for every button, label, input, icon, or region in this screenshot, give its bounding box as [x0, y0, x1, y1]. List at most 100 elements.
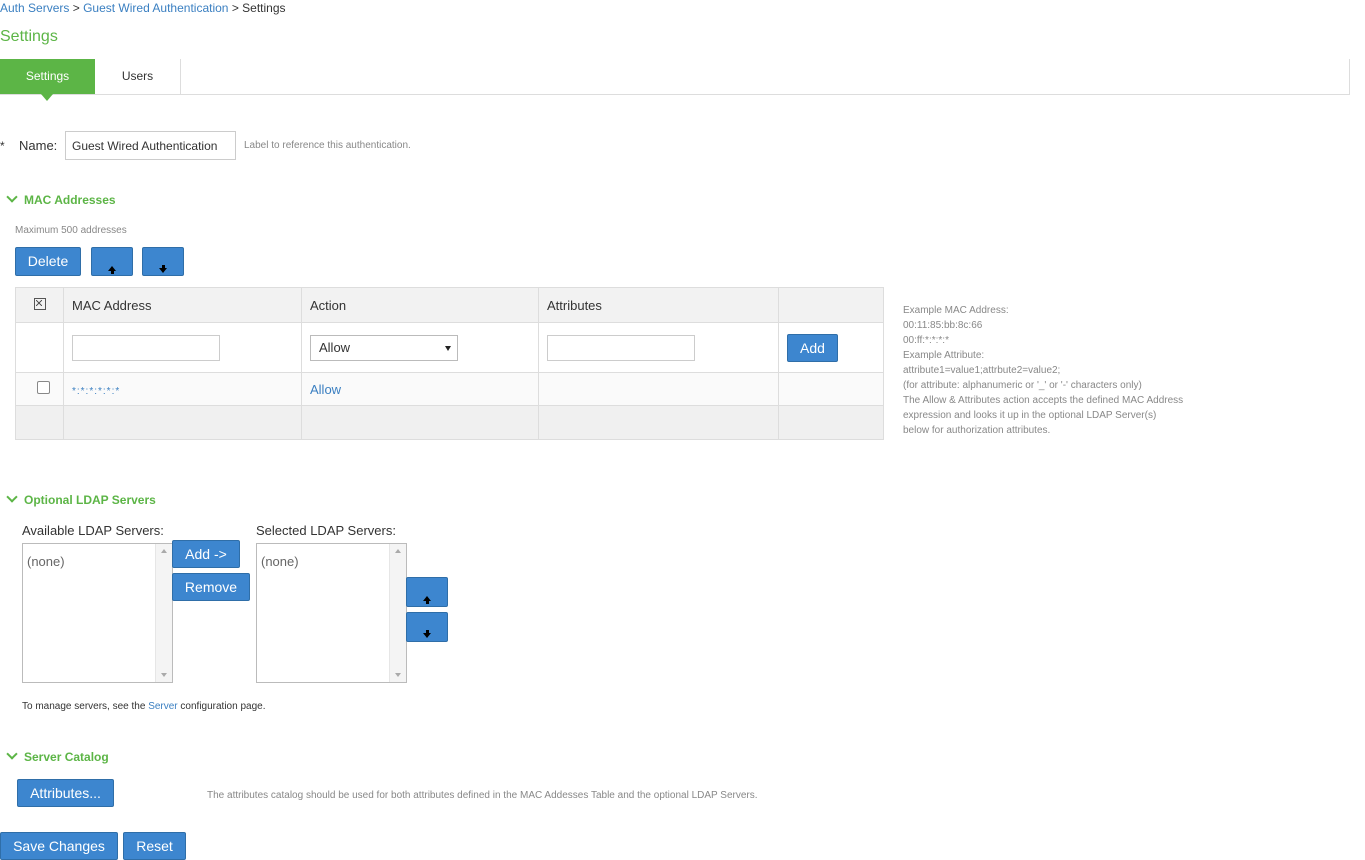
page-title: Settings — [0, 28, 58, 45]
help-line: expression and looks it up in the option… — [903, 410, 1157, 421]
column-header-mac: MAC Address — [63, 287, 302, 323]
add-ldap-button[interactable]: Add -> — [172, 540, 240, 568]
help-line: The Allow & Attributes action accepts th… — [903, 395, 1184, 406]
catalog-section-header[interactable]: Server Catalog — [6, 748, 109, 764]
new-entry-row: Allow Add — [15, 322, 884, 373]
scroll-up-icon — [161, 549, 167, 553]
ldap-section-header[interactable]: Optional LDAP Servers — [6, 491, 156, 507]
table-cell — [301, 405, 539, 440]
reset-button[interactable]: Reset — [123, 832, 186, 860]
tab-bar: Settings Users — [0, 59, 1350, 101]
table-cell: Add — [778, 322, 884, 373]
selected-ldap-list[interactable]: (none) — [256, 543, 407, 683]
table-cell — [15, 322, 64, 373]
table-cell: Allow — [301, 372, 539, 406]
scrollbar[interactable] — [389, 544, 406, 682]
mac-address-table: MAC Address Action Attributes Allow Add … — [15, 287, 884, 440]
arrow-down-icon — [159, 265, 167, 273]
table-cell — [538, 322, 779, 373]
catalog-note: The attributes catalog should be used fo… — [207, 790, 758, 801]
ldap-section-title: Optional LDAP Servers — [24, 493, 156, 507]
available-ldap-label: Available LDAP Servers: — [22, 523, 164, 538]
breadcrumb: Auth Servers > Guest Wired Authenticatio… — [0, 1, 286, 15]
name-input[interactable] — [65, 131, 236, 160]
delete-button[interactable]: Delete — [15, 247, 81, 276]
column-header-attributes: Attributes — [538, 287, 779, 323]
mac-section-title: MAC Addresses — [24, 193, 116, 207]
help-line: below for authorization attributes. — [903, 425, 1051, 436]
scroll-down-icon — [395, 673, 401, 677]
help-line: 00:ff:*:*:*:* — [903, 335, 949, 346]
table-header-row: MAC Address Action Attributes — [15, 287, 884, 323]
table-cell — [538, 372, 779, 406]
new-mac-input[interactable] — [72, 334, 220, 361]
table-cell — [538, 405, 779, 440]
move-up-button[interactable] — [91, 247, 133, 276]
table-cell: *:*:*:*:*:* — [63, 372, 302, 406]
breadcrumb-auth-servers-link[interactable]: Auth Servers — [0, 1, 69, 15]
catalog-section-title: Server Catalog — [24, 750, 109, 764]
chevron-down-icon — [6, 191, 18, 203]
column-header-action: Action — [301, 287, 539, 323]
required-marker: * — [0, 139, 5, 153]
new-attributes-input[interactable] — [547, 334, 695, 361]
table-cell — [63, 322, 302, 373]
selected-ldap-label: Selected LDAP Servers: — [256, 523, 396, 538]
new-action-select[interactable]: Allow — [310, 334, 458, 361]
table-cell — [63, 405, 302, 440]
breadcrumb-separator: > — [69, 1, 84, 15]
help-line: (for attribute: alphanumeric or '_' or '… — [903, 380, 1142, 391]
table-footer-row — [15, 405, 884, 440]
scroll-down-icon — [161, 673, 167, 677]
mac-max-note: Maximum 500 addresses — [15, 225, 127, 236]
server-config-link[interactable]: Server — [148, 701, 177, 712]
breadcrumb-current: Settings — [242, 1, 286, 15]
tab-users[interactable]: Users — [95, 59, 181, 94]
name-label: Name: — [19, 138, 58, 153]
name-hint: Label to reference this authentication. — [244, 140, 411, 151]
manage-servers-suffix: configuration page. — [177, 701, 266, 712]
table-cell — [778, 405, 884, 440]
remove-ldap-button[interactable]: Remove — [172, 573, 250, 601]
select-caret-icon — [445, 345, 451, 351]
breadcrumb-separator: > — [228, 1, 243, 15]
arrow-up-icon — [423, 596, 431, 604]
ldap-move-up-button[interactable] — [406, 577, 448, 607]
chevron-down-icon — [6, 491, 18, 503]
chevron-down-icon — [6, 748, 18, 760]
arrow-up-icon — [108, 266, 116, 274]
select-all-cell — [15, 287, 64, 323]
available-ldap-list[interactable]: (none) — [22, 543, 173, 683]
save-changes-button[interactable]: Save Changes — [0, 832, 118, 860]
new-action-select-value: Allow — [319, 339, 351, 355]
table-cell — [15, 405, 64, 440]
select-all-checkbox-icon[interactable] — [33, 297, 46, 310]
add-mac-button[interactable]: Add — [787, 333, 838, 362]
help-line: 00:11:85:bb:8c:66 — [903, 320, 983, 331]
action-entry-link[interactable]: Allow — [310, 382, 341, 397]
attributes-button[interactable]: Attributes... — [17, 779, 114, 807]
scroll-up-icon — [395, 549, 401, 553]
breadcrumb-guest-wired-link[interactable]: Guest Wired Authentication — [83, 1, 228, 15]
table-cell: Allow — [301, 322, 539, 373]
manage-servers-note: To manage servers, see the Server config… — [22, 701, 265, 712]
scrollbar[interactable] — [155, 544, 172, 682]
help-line: Example MAC Address: — [903, 305, 1009, 316]
table-cell — [15, 372, 64, 406]
row-checkbox[interactable] — [37, 381, 50, 394]
help-line: Example Attribute: — [903, 350, 985, 361]
ldap-move-down-button[interactable] — [406, 612, 448, 642]
list-item[interactable]: (none) — [27, 554, 65, 569]
table-cell — [778, 372, 884, 406]
help-line: attribute1=value1;attrbute2=value2; — [903, 365, 1061, 376]
move-down-button[interactable] — [142, 247, 184, 276]
mac-help-text: Example MAC Address: 00:11:85:bb:8c:66 0… — [903, 303, 1183, 438]
arrow-down-icon — [423, 630, 431, 638]
column-header-blank — [778, 287, 884, 323]
list-item[interactable]: (none) — [261, 554, 299, 569]
manage-servers-prefix: To manage servers, see the — [22, 701, 149, 712]
mac-entry-link[interactable]: *:*:*:*:*:* — [72, 386, 120, 397]
mac-section-header[interactable]: MAC Addresses — [6, 191, 116, 207]
table-row: *:*:*:*:*:* Allow — [15, 372, 884, 406]
tab-settings[interactable]: Settings — [0, 59, 95, 101]
